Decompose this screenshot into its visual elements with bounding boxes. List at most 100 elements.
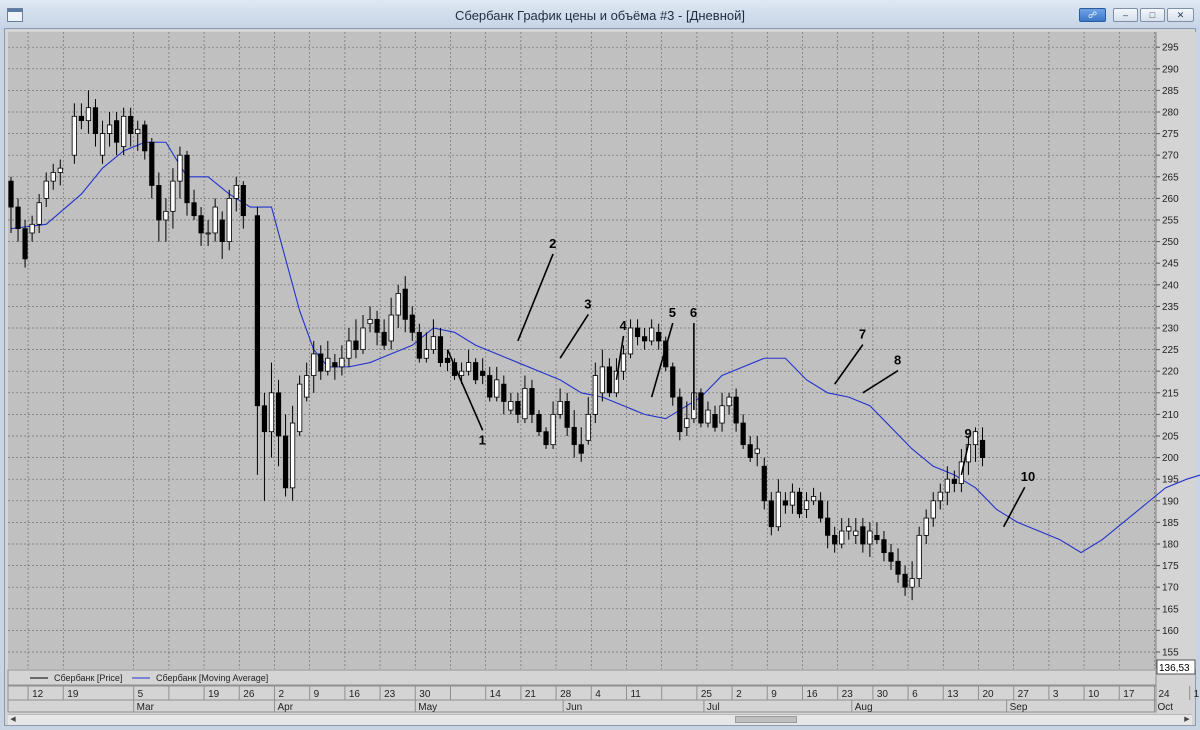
y-tick-label: 275 [1162,129,1179,140]
candle-body [437,336,444,363]
price-readout: 136,53 [1159,663,1190,674]
scroll-thumb[interactable] [735,716,797,723]
candle-body [494,379,500,398]
x-tick-label: 10 [1088,689,1100,700]
month-label: May [418,702,437,713]
x-tick-label: 19 [67,689,79,700]
x-tick-label: 16 [349,689,361,700]
price-chart[interactable]: 1551601651701751801851901952002052102152… [0,0,1200,730]
x-tick-label: 17 [1123,689,1135,700]
candle-body [85,107,92,122]
scroll-left-icon[interactable]: ◀ [8,715,18,725]
candle-body [50,172,56,182]
candle-body [592,375,598,415]
candle-body [846,526,852,532]
candle-body [761,465,767,502]
candle-body [473,362,479,381]
candle-body [916,534,922,579]
y-tick-label: 230 [1162,324,1179,335]
candle-body [775,491,781,528]
scroll-right-icon[interactable]: ▶ [1182,715,1192,725]
y-tick-label: 175 [1162,561,1179,572]
candle-body [57,167,63,173]
y-tick-label: 170 [1162,583,1179,594]
candle-body [705,409,711,424]
candle-body [367,318,373,325]
candle-body [979,439,986,459]
y-tick-label: 180 [1162,540,1179,551]
x-tick-label: 20 [982,689,994,700]
candle[interactable] [916,526,922,588]
candle-body [944,478,950,493]
candle-body [289,422,296,489]
candle-body [860,526,866,545]
candle[interactable] [698,388,704,428]
candle[interactable] [226,189,232,251]
y-tick-label: 290 [1162,64,1179,75]
candle-body [951,478,957,484]
candle-body [536,413,542,433]
candle-body [564,401,570,428]
y-tick-label: 195 [1162,475,1179,486]
annotation-label: 6 [690,305,697,320]
candle-body [649,327,655,342]
x-tick-label: 4 [595,689,601,700]
y-tick-label: 215 [1162,388,1179,399]
x-tick-label: 28 [560,689,572,700]
y-tick-label: 285 [1162,86,1179,97]
candle-body [578,444,584,454]
x-tick-label: 5 [138,689,144,700]
annotation-label: 1 [479,432,486,447]
candle-body [937,491,943,502]
horizontal-scrollbar[interactable]: ◀ ▶ [8,714,1192,725]
y-tick-label: 165 [1162,604,1179,615]
candle-body [297,383,303,433]
x-tick-label: 27 [1018,689,1030,700]
candle[interactable] [297,375,303,436]
candle-body [142,124,148,152]
x-tick-label: 2 [736,689,742,700]
x-tick-label: 30 [419,689,431,700]
y-tick-label: 280 [1162,108,1179,119]
candle-body [205,232,211,235]
candle-body [254,215,260,407]
candle-body [22,228,28,260]
candle-body [543,431,549,446]
candle-body [360,327,366,351]
candle-body [789,491,796,506]
annotation-label: 5 [669,305,676,320]
candle-body [402,288,408,320]
annotation-label: 3 [584,296,591,311]
candle-body [444,357,451,363]
candle-body [156,185,162,221]
candle-body [114,120,120,143]
candle-body [15,206,21,230]
x-tick-label: 25 [701,689,713,700]
candle-body [8,180,14,208]
candle-body [923,517,929,536]
candle-body [634,327,641,338]
candle-body [909,578,915,588]
x-tick-label: 21 [525,689,537,700]
candle-body [198,215,204,234]
candle-body [268,392,275,433]
legend-item-label: Сбербанк [Price] [54,673,122,683]
y-tick-label: 270 [1162,151,1179,162]
candle-body [233,185,239,199]
candle-body [78,115,84,122]
candle-body [480,370,486,376]
candle-body [128,115,134,135]
month-label: Mar [137,702,155,713]
x-tick-label: 24 [1158,689,1170,700]
candle-body [698,392,704,424]
candle-body [719,405,725,424]
month-label: Oct [1157,702,1173,713]
candle-body [240,185,246,217]
candle[interactable] [796,487,803,519]
y-tick-label: 265 [1162,172,1179,183]
candle-body [191,202,197,217]
candle-body [149,141,155,186]
month-label: Apr [277,702,293,713]
x-tick-label: 1 [1194,689,1200,700]
candle-body [381,331,387,346]
